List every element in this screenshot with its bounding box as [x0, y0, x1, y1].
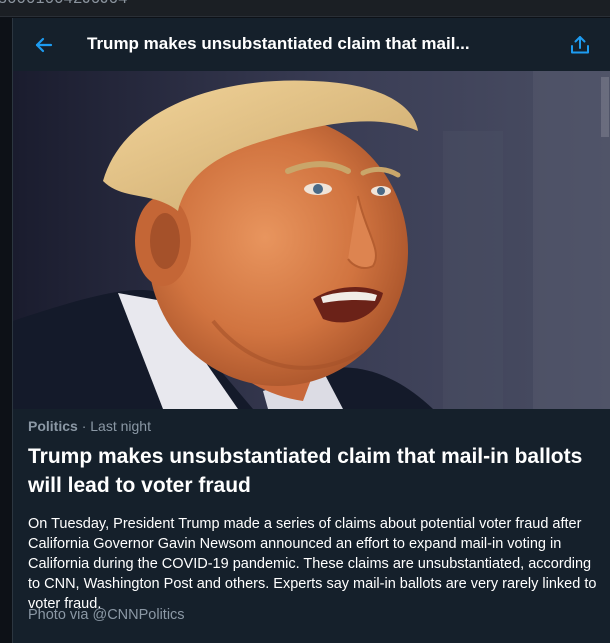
- article-summary: On Tuesday, President Trump made a serie…: [28, 516, 597, 612]
- page-title: Trump makes unsubstantiated claim that m…: [87, 34, 470, 53]
- share-button[interactable]: [566, 31, 594, 59]
- meta-separator: ·: [81, 418, 87, 434]
- portrait-image: [13, 71, 610, 409]
- photo-credit-watermark: [601, 77, 609, 137]
- category-label[interactable]: Politics: [28, 418, 78, 434]
- article-headline[interactable]: Trump makes unsubstantiated claim that m…: [28, 442, 598, 500]
- arrow-left-icon: [35, 37, 53, 53]
- photo-credit-text: Photo via @CNNPolitics: [28, 607, 185, 623]
- moment-header: Trump makes unsubstantiated claim that m…: [13, 18, 610, 71]
- window-top-strip: 300010042J0J04: [0, 0, 610, 17]
- article-meta: Politics · Last night: [28, 418, 151, 434]
- article-photo[interactable]: [13, 71, 610, 409]
- share-upload-icon: [571, 36, 589, 54]
- moment-card: Trump makes unsubstantiated claim that m…: [12, 18, 610, 643]
- timestamp: Last night: [90, 418, 151, 434]
- clipped-window-text: 300010042J0J04: [0, 0, 128, 8]
- back-button[interactable]: [29, 31, 57, 59]
